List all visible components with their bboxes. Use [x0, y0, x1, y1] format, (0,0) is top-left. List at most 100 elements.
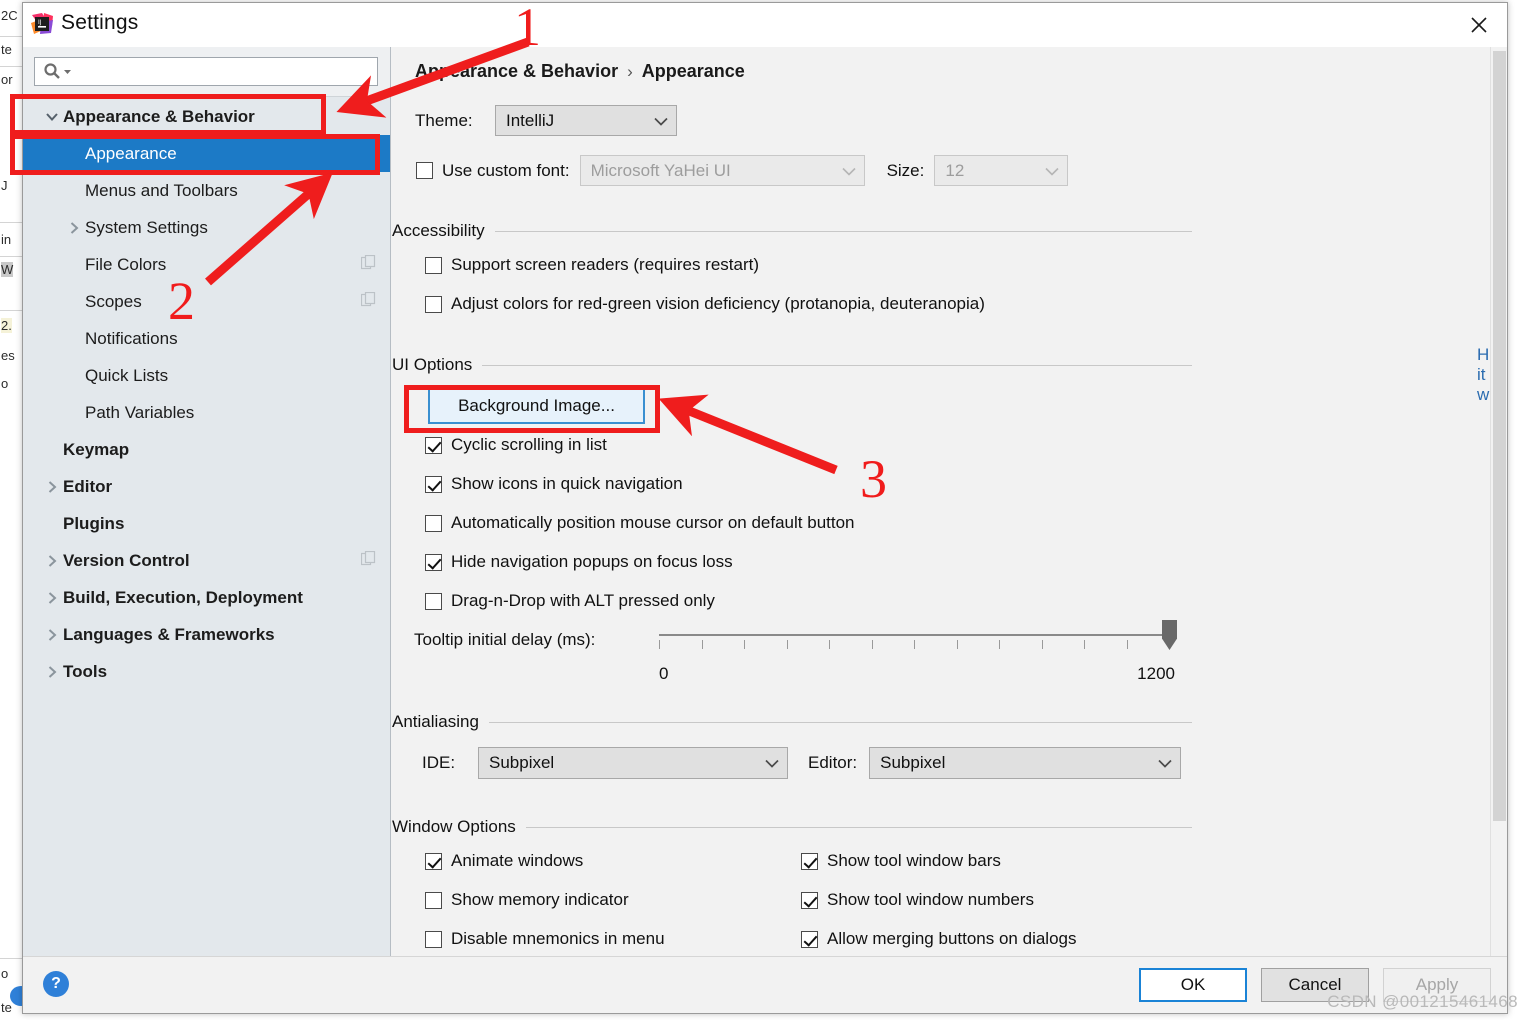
chevron-down-icon[interactable]	[41, 111, 63, 122]
help-button[interactable]: ?	[43, 971, 69, 997]
apply-button: Apply	[1383, 968, 1491, 1002]
sidebar-item-label: Editor	[63, 476, 113, 496]
checkbox-label: Support screen readers (requires restart…	[451, 255, 760, 274]
scrollbar-thumb[interactable]	[1493, 51, 1506, 821]
checkbox-label: Show memory indicator	[451, 890, 629, 909]
background-ide-text: o	[1, 376, 9, 391]
search-icon	[43, 62, 62, 81]
window-option-checkbox-disable-mnemonics-in-menu[interactable]: Disable mnemonics in menu	[425, 929, 665, 949]
sidebar-item-label: Keymap	[63, 439, 130, 459]
window-option-checkbox-show-memory-indicator[interactable]: Show memory indicator	[425, 890, 665, 910]
sidebar-item-menus-and-toolbars[interactable]: Menus and Toolbars	[23, 172, 390, 209]
accessibility-checkbox-adjust-colors-for-red-green-[interactable]: Adjust colors for red-green vision defic…	[425, 294, 985, 314]
sidebar-item-label: Quick Lists	[85, 365, 169, 385]
ide-antialiasing-value: Subpixel	[489, 753, 555, 772]
sidebar-item-appearance-behavior[interactable]: Appearance & Behavior	[23, 98, 390, 135]
theme-label: Theme:	[415, 110, 473, 130]
sidebar-item-editor[interactable]: Editor	[23, 468, 390, 505]
checkbox-label: Show tool window bars	[827, 851, 1001, 870]
window-options-section-header: Window Options	[392, 817, 1192, 837]
chevron-down-icon	[654, 111, 668, 131]
sidebar-item-file-colors[interactable]: File Colors	[23, 246, 390, 283]
search-dropdown-chevron-down-icon[interactable]	[63, 63, 72, 81]
background-ide-text: J	[1, 178, 8, 193]
slider-tick	[871, 640, 873, 649]
tooltip-delay-slider[interactable]: 0 1200	[659, 620, 1177, 683]
font-size-select[interactable]: 12	[934, 155, 1069, 186]
search-input[interactable]	[78, 62, 368, 81]
accessibility-checkbox-support-screen-readers-requi[interactable]: Support screen readers (requires restart…	[425, 255, 985, 275]
search-box[interactable]	[34, 57, 378, 86]
checkbox-label: Allow merging buttons on dialogs	[827, 929, 1077, 948]
copy-settings-icon[interactable]	[360, 550, 376, 571]
chevron-right-icon[interactable]	[41, 480, 63, 494]
sidebar-item-label: Menus and Toolbars	[85, 180, 238, 200]
content-scrollbar[interactable]	[1490, 47, 1507, 956]
sidebar-item-keymap[interactable]: Keymap	[23, 431, 390, 468]
cancel-button[interactable]: Cancel	[1261, 968, 1369, 1002]
sidebar-item-version-control[interactable]: Version Control	[23, 542, 390, 579]
dialog-titlebar: IJ Settings	[23, 3, 1507, 47]
slider-tick	[1084, 640, 1085, 649]
accessibility-section-header: Accessibility	[392, 221, 1192, 241]
window-option-checkbox-show-tool-window-numbers[interactable]: Show tool window numbers	[801, 890, 1076, 910]
theme-select[interactable]: IntelliJ	[495, 105, 677, 136]
ok-button[interactable]: OK	[1139, 968, 1247, 1002]
ide-antialiasing-label: IDE:	[422, 753, 456, 772]
ui-option-checkbox-cyclic-scrolling-in-list[interactable]: Cyclic scrolling in list	[425, 435, 855, 455]
sidebar-item-languages-frameworks[interactable]: Languages & Frameworks	[23, 616, 390, 653]
section-divider	[482, 364, 1192, 366]
intellij-idea-logo-icon: IJ	[31, 13, 53, 35]
editor-antialiasing-select[interactable]: Subpixel	[869, 747, 1182, 779]
use-custom-font-checkbox[interactable]: Use custom font:	[416, 161, 570, 181]
appearance-settings-form: Theme: IntelliJ Use custom font: Microso…	[391, 97, 1507, 956]
chevron-right-icon[interactable]	[63, 221, 85, 235]
copy-settings-icon[interactable]	[360, 291, 376, 312]
slider-tick	[914, 640, 915, 649]
chevron-right-icon[interactable]	[41, 554, 63, 568]
sidebar-item-tools[interactable]: Tools	[23, 653, 390, 690]
sidebar-item-plugins[interactable]: Plugins	[23, 505, 390, 542]
background-ide-text: es	[1, 348, 15, 363]
sidebar-item-label: Languages & Frameworks	[63, 624, 275, 644]
checkbox-box	[425, 514, 442, 532]
background-ide-text: te	[1, 42, 12, 57]
chevron-down-icon	[1158, 753, 1172, 773]
sidebar-item-notifications[interactable]: Notifications	[23, 320, 390, 357]
sidebar-item-system-settings[interactable]: System Settings	[23, 209, 390, 246]
chevron-right-icon[interactable]	[41, 628, 63, 642]
ui-option-checkbox-hide-navigation-popups-on-fo[interactable]: Hide navigation popups on focus loss	[425, 552, 855, 572]
background-ide-text: 2.	[1, 318, 12, 333]
slider-track[interactable]	[659, 634, 1170, 649]
sidebar-item-label: Plugins	[63, 513, 125, 533]
window-option-checkbox-allow-merging-buttons-on-dia[interactable]: Allow merging buttons on dialogs	[801, 929, 1076, 949]
ui-option-checkbox-drag-n-drop-with-alt-pressed[interactable]: Drag-n-Drop with ALT pressed only	[425, 591, 855, 611]
close-icon[interactable]	[1451, 3, 1507, 47]
ide-antialiasing-select[interactable]: Subpixel	[478, 747, 788, 779]
editor-antialiasing-value: Subpixel	[880, 753, 946, 772]
background-image-button[interactable]: Background Image...	[428, 387, 645, 424]
antialiasing-row: IDE: Subpixel Editor: Subpixel	[422, 747, 1182, 779]
checkbox-label: Automatically position mouse cursor on d…	[451, 513, 855, 532]
copy-settings-icon[interactable]	[360, 254, 376, 275]
custom-font-select[interactable]: Microsoft YaHei UI	[579, 155, 865, 186]
sidebar-item-path-variables[interactable]: Path Variables	[23, 394, 390, 431]
sidebar-item-label: Appearance	[85, 143, 177, 163]
ui-option-checkbox-automatically-position-mouse[interactable]: Automatically position mouse cursor on d…	[425, 513, 855, 533]
breadcrumb-parent[interactable]: Appearance & Behavior	[415, 61, 618, 82]
sidebar-item-label: Tools	[63, 661, 108, 681]
accessibility-options: Support screen readers (requires restart…	[425, 255, 985, 333]
sidebar-item-appearance[interactable]: Appearance	[23, 135, 390, 172]
slider-tick	[1041, 640, 1043, 649]
custom-font-row: Use custom font: Microsoft YaHei UI Size…	[416, 155, 1069, 186]
ui-option-checkbox-show-icons-in-quick-navigati[interactable]: Show icons in quick navigation	[425, 474, 855, 494]
slider-thumb[interactable]	[1162, 620, 1177, 650]
window-option-checkbox-show-tool-window-bars[interactable]: Show tool window bars	[801, 851, 1076, 871]
sidebar-item-quick-lists[interactable]: Quick Lists	[23, 357, 390, 394]
sidebar-item-build-execution-deployment[interactable]: Build, Execution, Deployment	[23, 579, 390, 616]
sidebar-item-scopes[interactable]: Scopes	[23, 283, 390, 320]
window-option-checkbox-animate-windows[interactable]: Animate windows	[425, 851, 665, 871]
chevron-right-icon[interactable]	[41, 591, 63, 605]
chevron-right-icon[interactable]	[41, 665, 63, 679]
settings-tree: Appearance & Behavior Appearance Menus and…	[23, 98, 390, 956]
